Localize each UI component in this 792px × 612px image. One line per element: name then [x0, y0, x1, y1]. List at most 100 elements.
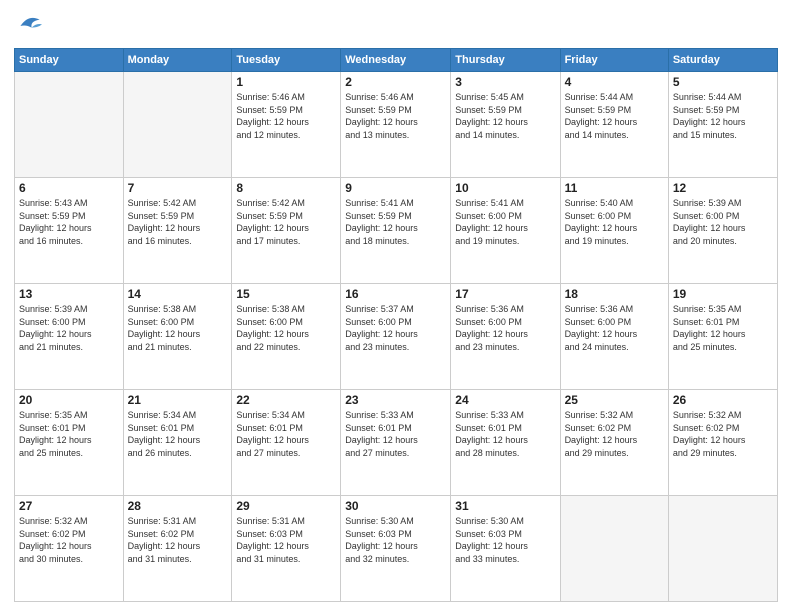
weekday-header-row: SundayMondayTuesdayWednesdayThursdayFrid… — [15, 49, 778, 72]
day-number: 22 — [236, 393, 336, 407]
day-number: 28 — [128, 499, 228, 513]
day-info: Sunrise: 5:42 AM Sunset: 5:59 PM Dayligh… — [128, 197, 228, 247]
day-number: 3 — [455, 75, 555, 89]
day-number: 14 — [128, 287, 228, 301]
day-info: Sunrise: 5:43 AM Sunset: 5:59 PM Dayligh… — [19, 197, 119, 247]
calendar-cell: 9 Sunrise: 5:41 AM Sunset: 5:59 PM Daylig… — [341, 178, 451, 284]
logo — [14, 10, 50, 42]
day-number: 27 — [19, 499, 119, 513]
calendar-cell: 1 Sunrise: 5:46 AM Sunset: 5:59 PM Daylig… — [232, 72, 341, 178]
day-info: Sunrise: 5:35 AM Sunset: 6:01 PM Dayligh… — [19, 409, 119, 459]
day-info: Sunrise: 5:36 AM Sunset: 6:00 PM Dayligh… — [565, 303, 664, 353]
day-info: Sunrise: 5:39 AM Sunset: 6:00 PM Dayligh… — [19, 303, 119, 353]
calendar-table: SundayMondayTuesdayWednesdayThursdayFrid… — [14, 48, 778, 602]
day-info: Sunrise: 5:42 AM Sunset: 5:59 PM Dayligh… — [236, 197, 336, 247]
calendar-cell — [15, 72, 124, 178]
calendar-cell: 28 Sunrise: 5:31 AM Sunset: 6:02 PM Dayli… — [123, 496, 232, 602]
page: SundayMondayTuesdayWednesdayThursdayFrid… — [0, 0, 792, 612]
calendar-cell: 30 Sunrise: 5:30 AM Sunset: 6:03 PM Dayli… — [341, 496, 451, 602]
day-number: 11 — [565, 181, 664, 195]
day-info: Sunrise: 5:41 AM Sunset: 6:00 PM Dayligh… — [455, 197, 555, 247]
day-info: Sunrise: 5:46 AM Sunset: 5:59 PM Dayligh… — [236, 91, 336, 141]
calendar-cell: 2 Sunrise: 5:46 AM Sunset: 5:59 PM Daylig… — [341, 72, 451, 178]
weekday-header-sunday: Sunday — [15, 49, 124, 72]
day-info: Sunrise: 5:39 AM Sunset: 6:00 PM Dayligh… — [673, 197, 773, 247]
calendar-cell: 12 Sunrise: 5:39 AM Sunset: 6:00 PM Dayli… — [668, 178, 777, 284]
calendar-cell: 31Sunrise: 5:30 AM Sunset: 6:03 PM Dayli… — [451, 496, 560, 602]
day-info: Sunrise: 5:37 AM Sunset: 6:00 PM Dayligh… — [345, 303, 446, 353]
weekday-header-friday: Friday — [560, 49, 668, 72]
day-info: Sunrise: 5:44 AM Sunset: 5:59 PM Dayligh… — [565, 91, 664, 141]
weekday-header-monday: Monday — [123, 49, 232, 72]
day-info: Sunrise: 5:46 AM Sunset: 5:59 PM Dayligh… — [345, 91, 446, 141]
day-number: 26 — [673, 393, 773, 407]
day-info: Sunrise: 5:38 AM Sunset: 6:00 PM Dayligh… — [128, 303, 228, 353]
day-number: 16 — [345, 287, 446, 301]
calendar-cell: 16 Sunrise: 5:37 AM Sunset: 6:00 PM Dayli… — [341, 284, 451, 390]
day-info: Sunrise: 5:41 AM Sunset: 5:59 PM Dayligh… — [345, 197, 446, 247]
day-number: 7 — [128, 181, 228, 195]
day-number: 13 — [19, 287, 119, 301]
calendar-cell: 27 Sunrise: 5:32 AM Sunset: 6:02 PM Dayli… — [15, 496, 124, 602]
calendar-cell — [560, 496, 668, 602]
calendar-cell: 21 Sunrise: 5:34 AM Sunset: 6:01 PM Dayli… — [123, 390, 232, 496]
calendar-cell: 8 Sunrise: 5:42 AM Sunset: 5:59 PM Daylig… — [232, 178, 341, 284]
day-info: Sunrise: 5:45 AM Sunset: 5:59 PM Dayligh… — [455, 91, 555, 141]
day-number: 20 — [19, 393, 119, 407]
day-info: Sunrise: 5:33 AM Sunset: 6:01 PM Dayligh… — [345, 409, 446, 459]
week-row-0: 1 Sunrise: 5:46 AM Sunset: 5:59 PM Daylig… — [15, 72, 778, 178]
day-number: 25 — [565, 393, 664, 407]
day-info: Sunrise: 5:36 AM Sunset: 6:00 PM Dayligh… — [455, 303, 555, 353]
day-number: 2 — [345, 75, 446, 89]
day-number: 8 — [236, 181, 336, 195]
day-info: Sunrise: 5:33 AM Sunset: 6:01 PM Dayligh… — [455, 409, 555, 459]
calendar-cell — [123, 72, 232, 178]
calendar-cell: 19 Sunrise: 5:35 AM Sunset: 6:01 PM Dayli… — [668, 284, 777, 390]
day-info: Sunrise: 5:34 AM Sunset: 6:01 PM Dayligh… — [128, 409, 228, 459]
calendar-cell: 14 Sunrise: 5:38 AM Sunset: 6:00 PM Dayli… — [123, 284, 232, 390]
day-number: 30 — [345, 499, 446, 513]
calendar-cell: 24 Sunrise: 5:33 AM Sunset: 6:01 PM Dayli… — [451, 390, 560, 496]
day-number: 24 — [455, 393, 555, 407]
day-number: 1 — [236, 75, 336, 89]
day-number: 9 — [345, 181, 446, 195]
header — [14, 10, 778, 42]
calendar-cell: 15Sunrise: 5:38 AM Sunset: 6:00 PM Dayli… — [232, 284, 341, 390]
weekday-header-tuesday: Tuesday — [232, 49, 341, 72]
day-info: Sunrise: 5:31 AM Sunset: 6:02 PM Dayligh… — [128, 515, 228, 565]
calendar-cell: 6Sunrise: 5:43 AM Sunset: 5:59 PM Daylig… — [15, 178, 124, 284]
day-info: Sunrise: 5:44 AM Sunset: 5:59 PM Dayligh… — [673, 91, 773, 141]
week-row-1: 6Sunrise: 5:43 AM Sunset: 5:59 PM Daylig… — [15, 178, 778, 284]
weekday-header-thursday: Thursday — [451, 49, 560, 72]
day-number: 23 — [345, 393, 446, 407]
day-number: 18 — [565, 287, 664, 301]
day-info: Sunrise: 5:32 AM Sunset: 6:02 PM Dayligh… — [673, 409, 773, 459]
calendar-cell — [668, 496, 777, 602]
day-number: 5 — [673, 75, 773, 89]
day-info: Sunrise: 5:40 AM Sunset: 6:00 PM Dayligh… — [565, 197, 664, 247]
calendar-cell: 4 Sunrise: 5:44 AM Sunset: 5:59 PM Daylig… — [560, 72, 668, 178]
weekday-header-wednesday: Wednesday — [341, 49, 451, 72]
calendar-cell: 26 Sunrise: 5:32 AM Sunset: 6:02 PM Dayli… — [668, 390, 777, 496]
day-info: Sunrise: 5:32 AM Sunset: 6:02 PM Dayligh… — [19, 515, 119, 565]
day-number: 19 — [673, 287, 773, 301]
day-info: Sunrise: 5:31 AM Sunset: 6:03 PM Dayligh… — [236, 515, 336, 565]
logo-bird-icon — [14, 10, 46, 42]
calendar-cell: 3 Sunrise: 5:45 AM Sunset: 5:59 PM Daylig… — [451, 72, 560, 178]
day-info: Sunrise: 5:30 AM Sunset: 6:03 PM Dayligh… — [345, 515, 446, 565]
day-number: 4 — [565, 75, 664, 89]
day-number: 10 — [455, 181, 555, 195]
day-number: 12 — [673, 181, 773, 195]
calendar-cell: 25 Sunrise: 5:32 AM Sunset: 6:02 PM Dayli… — [560, 390, 668, 496]
day-info: Sunrise: 5:34 AM Sunset: 6:01 PM Dayligh… — [236, 409, 336, 459]
calendar-cell: 22 Sunrise: 5:34 AM Sunset: 6:01 PM Dayli… — [232, 390, 341, 496]
day-number: 21 — [128, 393, 228, 407]
day-info: Sunrise: 5:32 AM Sunset: 6:02 PM Dayligh… — [565, 409, 664, 459]
calendar-cell: 29Sunrise: 5:31 AM Sunset: 6:03 PM Dayli… — [232, 496, 341, 602]
week-row-2: 13 Sunrise: 5:39 AM Sunset: 6:00 PM Dayli… — [15, 284, 778, 390]
day-number: 17 — [455, 287, 555, 301]
day-info: Sunrise: 5:35 AM Sunset: 6:01 PM Dayligh… — [673, 303, 773, 353]
week-row-3: 20 Sunrise: 5:35 AM Sunset: 6:01 PM Dayli… — [15, 390, 778, 496]
calendar-cell: 13 Sunrise: 5:39 AM Sunset: 6:00 PM Dayli… — [15, 284, 124, 390]
week-row-4: 27 Sunrise: 5:32 AM Sunset: 6:02 PM Dayli… — [15, 496, 778, 602]
